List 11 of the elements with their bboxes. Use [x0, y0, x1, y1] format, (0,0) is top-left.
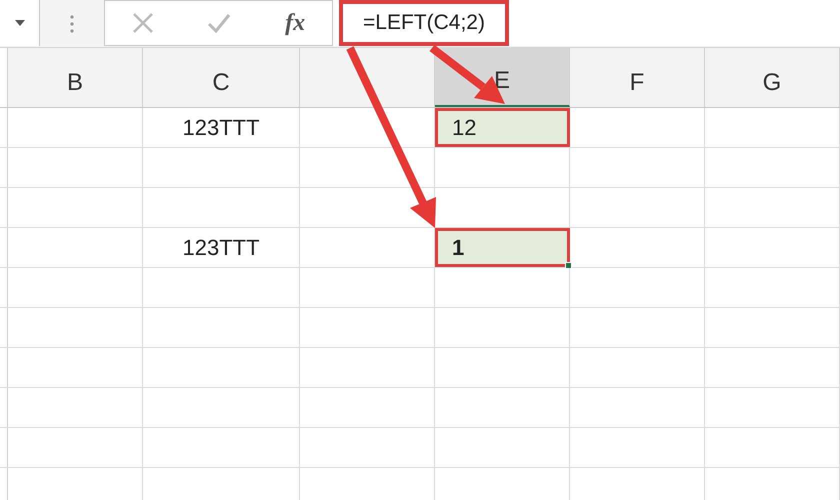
insert-function-button[interactable]: fx — [285, 5, 306, 41]
formula-text: =LEFT(C4;2) — [339, 0, 509, 46]
column-header[interactable]: F — [570, 48, 705, 107]
column-header[interactable]: C — [143, 48, 300, 107]
table-cell[interactable]: 1 — [435, 228, 570, 267]
formula-field[interactable]: =LEFT(C4;2) — [333, 0, 840, 46]
table-cell[interactable]: 123TTT — [143, 108, 300, 147]
column-header[interactable]: B — [8, 48, 143, 107]
table-cell[interactable]: 123TTT — [143, 228, 300, 267]
table-cell[interactable]: 12 — [435, 108, 570, 147]
column-header[interactable]: G — [705, 48, 840, 107]
